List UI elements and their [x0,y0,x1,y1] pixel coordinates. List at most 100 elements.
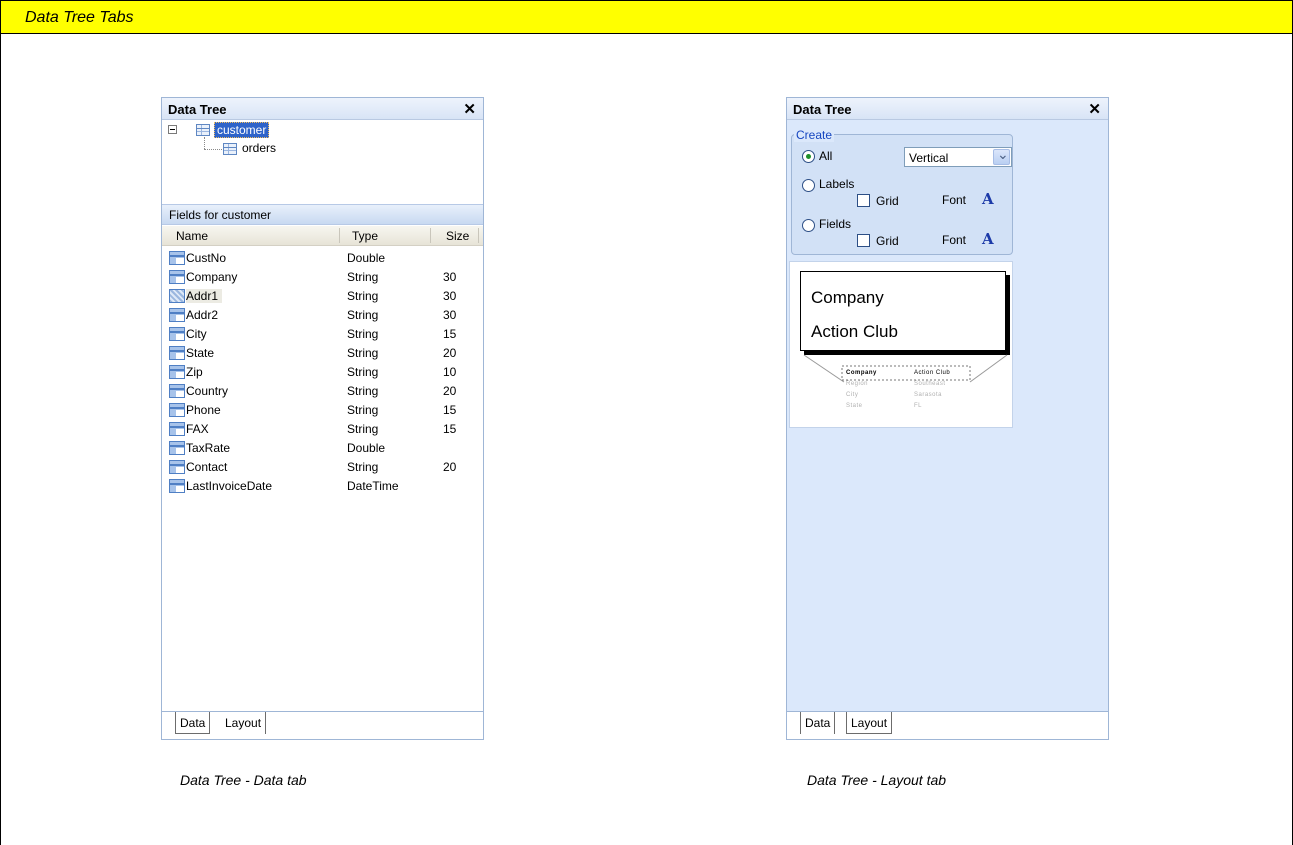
column-header-type[interactable]: Type [352,229,378,243]
field-type: String [347,422,379,436]
tree-node-customer[interactable]: customer [214,122,270,138]
field-type: Double [347,441,386,455]
field-row[interactable]: Country String 20 [162,382,483,401]
field-icon [169,346,185,360]
labels-grid-checkbox[interactable] [857,194,870,207]
field-row[interactable]: CustNo Double [162,249,483,268]
fields-list: CustNo Double Company String 30 Addr1 String… [162,249,483,496]
labels-grid-label: Grid [876,194,899,208]
fields-column-header: Name Type Size [162,226,483,246]
caption-data-tab: Data Tree - Data tab [180,772,307,788]
orientation-select-value: Vertical [909,151,949,165]
fields-font-icon[interactable]: A [982,230,994,248]
table-icon [196,124,210,136]
banner-title: Data Tree Tabs [25,9,134,26]
tree-connector [204,149,222,150]
field-name: Phone [186,403,221,417]
field-name: Company [186,270,238,284]
radio-all[interactable] [802,150,815,163]
close-icon[interactable]: ✕ [1088,100,1101,118]
caption-layout-tab: Data Tree - Layout tab [807,772,947,788]
radio-fields[interactable] [802,219,815,232]
fields-grid-checkbox[interactable] [857,234,870,247]
panel-title: Data Tree [793,102,852,117]
field-size: 15 [443,327,457,341]
field-name: Addr1 [186,289,223,303]
layout-preview: Company Action Club Company Action Club … [789,261,1013,428]
field-icon [169,308,185,322]
field-row[interactable]: Phone String 15 [162,401,483,420]
field-row[interactable]: Zip String 10 [162,363,483,382]
create-legend: Create [794,128,835,142]
preview-zoom-lines [803,354,1008,383]
field-name: Addr2 [186,308,219,322]
panel-header: Data Tree ✕ [787,98,1108,120]
panel-header: Data Tree ✕ [162,98,483,120]
field-type: String [347,460,379,474]
chevron-down-icon[interactable] [993,146,1010,165]
column-divider[interactable] [478,228,479,243]
radio-fields-label: Fields [819,217,852,231]
mini-value: Southeast [914,381,946,387]
labels-font-icon[interactable]: A [982,190,994,208]
field-row[interactable]: Addr1 String 30 [162,287,483,306]
field-name: Country [186,384,229,398]
field-name: LastInvoiceDate [186,479,273,493]
column-header-size[interactable]: Size [446,229,469,243]
field-row[interactable]: LastInvoiceDate DateTime [162,477,483,496]
collapse-icon[interactable] [168,125,177,134]
field-row[interactable]: TaxRate Double [162,439,483,458]
field-size: 15 [443,403,457,417]
field-icon [169,365,185,379]
radio-labels[interactable] [802,179,815,192]
field-row[interactable]: Addr2 String 30 [162,306,483,325]
field-size: 30 [443,289,457,303]
mini-label: State [846,403,863,409]
mini-value: Action Club [914,370,951,376]
field-size: 20 [443,346,457,360]
column-divider[interactable] [430,228,431,243]
field-icon [169,251,185,265]
field-type: DateTime [347,479,399,493]
field-type: String [347,270,379,284]
field-row[interactable]: City String 15 [162,325,483,344]
tab-data[interactable]: Data [800,712,836,734]
data-tree-panel-data-tab: Data Tree ✕ customer orders Fields for c… [161,97,484,740]
field-size: 20 [443,460,457,474]
field-row[interactable]: Company String 30 [162,268,483,287]
field-row[interactable]: Contact String 20 [162,458,483,477]
field-icon [169,384,185,398]
field-size: 15 [443,422,457,436]
orientation-select[interactable]: Vertical [904,146,1012,167]
fields-font-label: Font [942,233,967,247]
field-icon [169,479,185,493]
radio-all-label: All [819,149,833,163]
frame-border-left [0,33,1,845]
field-size: 10 [443,365,457,379]
mini-value: FL [914,403,923,409]
close-icon[interactable]: ✕ [463,100,476,118]
field-type: String [347,289,379,303]
tree-node-orders[interactable]: orders [242,141,276,155]
field-type: String [347,346,379,360]
field-size: 20 [443,384,457,398]
title-banner: Data Tree Tabs [0,0,1293,34]
field-row[interactable]: State String 20 [162,344,483,363]
field-type: String [347,327,379,341]
tab-layout[interactable]: Layout [221,712,267,734]
panel-title: Data Tree [168,102,227,117]
column-header-name[interactable]: Name [176,229,208,243]
tab-layout[interactable]: Layout [846,712,893,734]
field-icon [169,289,185,303]
field-name: Zip [186,365,203,379]
field-icon [169,422,185,436]
labels-font-label: Font [942,193,967,207]
field-name: Contact [186,460,228,474]
tab-data[interactable]: Data [175,712,211,734]
create-group: Create All Vertical Labels Grid Font A F… [791,128,1013,255]
tab-strip: Data Layout [162,711,483,739]
field-name: City [186,327,207,341]
column-divider[interactable] [339,228,340,243]
field-type: String [347,365,379,379]
field-row[interactable]: FAX String 15 [162,420,483,439]
